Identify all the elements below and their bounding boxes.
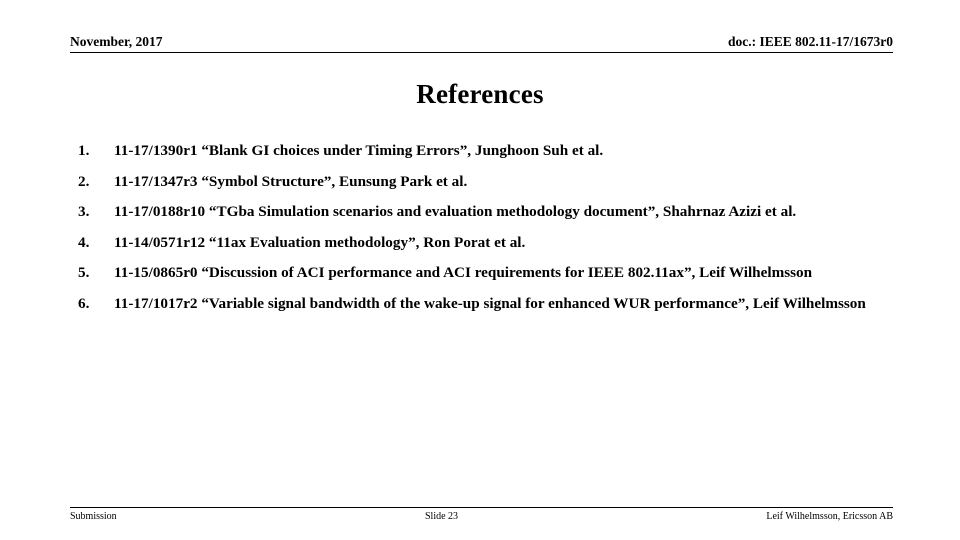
list-item-number: 2. (78, 172, 90, 190)
slide-header: November, 2017 doc.: IEEE 802.11-17/1673… (70, 28, 893, 53)
list-item-number: 6. (78, 294, 90, 312)
list-item: 6. 11-17/1017r2 “Variable signal bandwid… (78, 291, 878, 317)
list-item: 5. 11-15/0865r0 “Discussion of ACI perfo… (78, 260, 878, 286)
footer-slide-number: Slide 23 (424, 511, 459, 522)
list-item-number: 1. (78, 142, 90, 159)
list-item-text: 11-15/0865r0 “Discussion of ACI performa… (114, 264, 813, 281)
list-item-text: 11-17/0188r10 “TGba Simulation scenarios… (114, 203, 797, 220)
list-item-text: 11-14/0571r12 “11ax Evaluation methodolo… (114, 233, 526, 251)
header-date: November, 2017 (70, 34, 163, 49)
list-item-number: 5. (78, 264, 90, 281)
footer-author: Leif Wilhelmsson, Ericsson AB (766, 511, 893, 522)
list-item: 3. 11-17/0188r10 “TGba Simulation scenar… (78, 199, 878, 225)
list-item: 4. 11-14/0571r12 “11ax Evaluation method… (78, 230, 878, 256)
list-item-text: 11-17/1347r3 “Symbol Structure”, Eunsung… (114, 172, 468, 190)
list-item-text: 11-17/1390r1 “Blank GI choices under Tim… (114, 142, 604, 159)
list-item-text: 11-17/1017r2 “Variable signal bandwidth … (114, 294, 866, 312)
list-item: 2. 11-17/1347r3 “Symbol Structure”, Euns… (78, 169, 878, 195)
list-item-number: 4. (78, 233, 90, 251)
list-item: 1. 11-17/1390r1 “Blank GI choices under … (78, 138, 878, 164)
list-item-number: 3. (78, 203, 90, 220)
reference-list: 1. 11-17/1390r1 “Blank GI choices under … (78, 138, 878, 321)
slide-footer: Submission Slide 23 Leif Wilhelmsson, Er… (70, 507, 893, 523)
footer-submission-label: Submission (70, 511, 117, 522)
page-title: References (416, 79, 544, 109)
slide: November, 2017 doc.: IEEE 802.11-17/1673… (0, 0, 960, 540)
header-doc-id: doc.: IEEE 802.11-17/1673r0 (727, 34, 893, 49)
